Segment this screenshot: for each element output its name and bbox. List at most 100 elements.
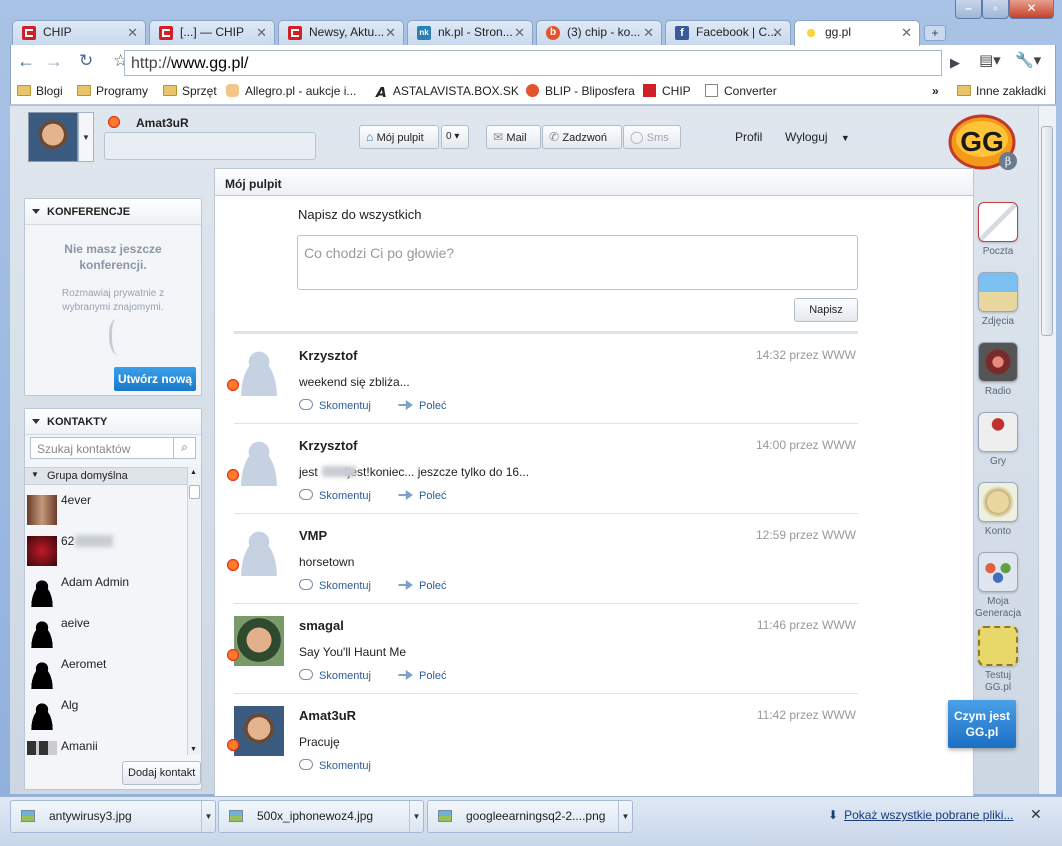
other-bookmarks[interactable]: Inne zakładki — [957, 84, 1046, 98]
status-description-input[interactable] — [104, 132, 316, 160]
gg-logo[interactable]: GG β — [948, 112, 1018, 174]
bookmark-allegro[interactable]: Allegro.pl - aukcje i... — [226, 84, 356, 98]
wrench-icon[interactable]: 🔧▾ — [1015, 51, 1041, 71]
post-button[interactable]: Napisz — [794, 298, 858, 322]
post-author[interactable]: smagal — [299, 618, 344, 633]
tab-gg[interactable]: gg.pl ✕ — [794, 20, 920, 46]
post-author[interactable]: Amat3uR — [299, 708, 356, 723]
post-author[interactable]: VMP — [299, 528, 327, 543]
dock-account[interactable]: Konto — [975, 482, 1021, 537]
dock-test[interactable]: Testuj GG.pl — [975, 626, 1021, 694]
post-author[interactable]: Krzysztof — [299, 438, 358, 453]
list-item[interactable]: 4ever — [27, 493, 185, 529]
contact-search-input[interactable]: Szukaj kontaktów ⌕ — [30, 437, 196, 459]
author-avatar[interactable] — [234, 436, 284, 486]
logout-link[interactable]: Wyloguj ▼ — [785, 130, 850, 144]
reload-icon[interactable]: ↻ — [79, 51, 93, 71]
dock-games[interactable]: Gry — [975, 412, 1021, 467]
page-menu-icon[interactable]: ▤▾ — [979, 51, 1001, 71]
recommend-link[interactable]: Poleć — [371, 670, 447, 682]
tab-chip-article[interactable]: [...] — CHIP ✕ — [149, 20, 275, 45]
desktop-button[interactable]: ⌂ Mój pulpit — [359, 125, 439, 149]
show-all-downloads-link[interactable]: ⬇ Pokaż wszystkie pobrane pliki... — [828, 808, 1013, 822]
tab-chip-news[interactable]: Newsy, Aktu... ✕ — [278, 20, 404, 45]
comment-link[interactable]: Skomentuj — [299, 489, 371, 502]
bookmark-programy[interactable]: Programy — [77, 84, 148, 98]
dock-radio[interactable]: Radio — [975, 342, 1021, 397]
create-conference-button[interactable]: Utwórz nową — [114, 367, 196, 391]
bookmark-sprzet[interactable]: Sprzęt — [163, 84, 217, 98]
close-tab-icon[interactable]: ✕ — [127, 25, 138, 41]
close-downloads-icon[interactable]: ✕ — [1030, 806, 1042, 823]
tab-blip[interactable]: b (3) chip - ko... ✕ — [536, 20, 662, 45]
go-icon[interactable]: ▶ — [944, 52, 966, 74]
new-tab-button[interactable]: + — [924, 25, 946, 41]
status-sun-icon[interactable] — [107, 115, 121, 129]
dock-generation[interactable]: Moja Generacja — [975, 552, 1021, 620]
call-button[interactable]: ✆ Zadzwoń — [542, 125, 622, 149]
contacts-header[interactable]: KONTAKTY — [25, 409, 201, 435]
desktop-counter[interactable]: 0 ▾ — [441, 125, 469, 149]
close-tab-icon[interactable]: ✕ — [643, 25, 654, 41]
list-item[interactable]: Adam Admin — [27, 575, 185, 611]
author-avatar[interactable] — [234, 616, 284, 666]
comment-link[interactable]: Skomentuj — [299, 579, 371, 592]
list-item[interactable]: Aeromet — [27, 657, 185, 693]
comment-link[interactable]: Skomentuj — [299, 399, 371, 412]
download-menu-icon[interactable]: ▼ — [618, 801, 632, 832]
recommend-link[interactable]: Poleć — [371, 400, 447, 412]
conferences-header[interactable]: KONFERENCJE — [25, 199, 201, 225]
close-tab-icon[interactable]: ✕ — [772, 25, 783, 41]
minimize-icon[interactable]: – — [955, 0, 982, 19]
back-icon[interactable]: ← — [17, 51, 35, 71]
close-tab-icon[interactable]: ✕ — [514, 25, 525, 41]
close-tab-icon[interactable]: ✕ — [385, 25, 396, 41]
sms-button[interactable]: ◯ Sms — [623, 125, 681, 149]
address-bar[interactable]: http://www.gg.pl/ — [124, 50, 942, 76]
bookmark-astalavista[interactable]: 𝘼 ASTALAVISTA.BOX.SK — [376, 84, 519, 99]
download-menu-icon[interactable]: ▼ — [409, 801, 423, 832]
close-window-icon[interactable]: ✕ — [1009, 0, 1054, 19]
author-avatar[interactable] — [234, 706, 284, 756]
list-item[interactable]: 62 — [27, 534, 185, 570]
close-tab-icon[interactable]: ✕ — [256, 25, 267, 41]
scrollbar-thumb[interactable] — [1041, 126, 1053, 336]
mail-button[interactable]: ✉ Mail — [486, 125, 541, 149]
maximize-icon[interactable]: ▫ — [982, 0, 1009, 19]
contacts-scrollbar[interactable]: ▲ ▼ — [187, 467, 201, 755]
comment-link[interactable]: Skomentuj — [299, 669, 371, 682]
avatar-menu-arrow-icon[interactable]: ▼ — [78, 112, 94, 162]
forward-icon[interactable]: → — [45, 51, 63, 71]
close-tab-icon[interactable]: ✕ — [901, 25, 912, 41]
download-item[interactable]: 500x_iphonewoz4.jpg ▼ — [218, 800, 424, 833]
tab-chip[interactable]: CHIP ✕ — [12, 20, 146, 45]
tab-facebook[interactable]: f Facebook | C... ✕ — [665, 20, 791, 45]
comment-link[interactable]: Skomentuj — [299, 759, 371, 772]
what-is-gg-button[interactable]: Czym jest GG.pl — [948, 700, 1016, 748]
bookmark-converter[interactable]: Converter — [705, 84, 777, 98]
list-item[interactable]: Amanii — [27, 739, 185, 755]
add-contact-button[interactable]: Dodaj kontakt — [122, 761, 202, 785]
dock-photos[interactable]: Zdjęcia — [975, 272, 1021, 327]
contacts-scroll-thumb[interactable] — [189, 485, 200, 499]
dock-mail[interactable]: Poczta — [975, 202, 1021, 257]
bookmark-chip[interactable]: CHIP — [643, 84, 691, 98]
download-item[interactable]: antywirusy3.jpg ▼ — [10, 800, 216, 833]
download-item[interactable]: googleearningsq2-2....png ▼ — [427, 800, 633, 833]
bookmark-blip[interactable]: BLIP - Bliposfera — [526, 84, 635, 98]
recommend-link[interactable]: Poleć — [371, 580, 447, 592]
list-item[interactable]: Alg — [27, 698, 185, 734]
search-icon[interactable]: ⌕ — [173, 437, 195, 459]
group-header[interactable]: ▼ Grupa domyślna — [25, 467, 189, 485]
compose-textarea[interactable]: Co chodzi Ci po głowie? — [297, 235, 858, 290]
author-avatar[interactable] — [234, 526, 284, 576]
author-avatar[interactable] — [234, 346, 284, 396]
list-item[interactable]: aeive — [27, 616, 185, 652]
avatar[interactable] — [28, 112, 78, 162]
bookmark-blogi[interactable]: Blogi — [17, 84, 63, 98]
more-bookmarks-icon[interactable]: » — [932, 84, 939, 98]
download-menu-icon[interactable]: ▼ — [201, 801, 215, 832]
recommend-link[interactable]: Poleć — [371, 490, 447, 502]
profile-link[interactable]: Profil — [735, 130, 762, 144]
post-author[interactable]: Krzysztof — [299, 348, 358, 363]
